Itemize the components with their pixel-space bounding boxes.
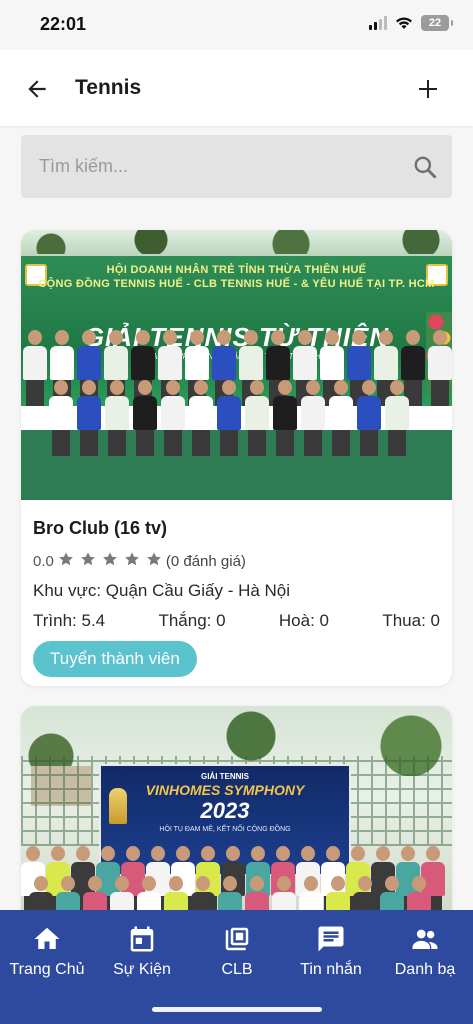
club-losses: Thua: 0	[382, 611, 440, 630]
wifi-icon	[396, 17, 412, 29]
app-header: Tennis	[0, 50, 473, 126]
photo-person	[245, 380, 269, 456]
club-photo: GIẢI TENNIS VINHOMES SYMPHONY 2023 HỘI T…	[21, 706, 452, 926]
club-card[interactable]: GIẢI TENNIS VINHOMES SYMPHONY 2023 HỘI T…	[21, 706, 452, 926]
status-time: 22:01	[40, 14, 87, 34]
star-icon	[124, 552, 139, 566]
rating-row: 0.0 (0 đánh giá)	[33, 551, 440, 571]
photo-person	[357, 380, 381, 456]
banner-heading: VINHOMES SYMPHONY	[145, 782, 305, 798]
photo-person	[49, 380, 73, 456]
club-stats: Trình: 5.4 Thắng: 0 Hoà: 0 Thua: 0	[33, 611, 440, 631]
photo-person	[273, 380, 297, 456]
banner-year: 2023	[200, 798, 250, 823]
club-info: Bro Club (16 tv) 0.0 (0 đánh giá) Khu vự…	[33, 518, 440, 677]
photo-person	[217, 380, 241, 456]
home-icon	[34, 927, 60, 949]
photo-person	[385, 380, 409, 456]
banner-line: HỘI DOANH NHÂN TRẺ TỈNH THỪA THIÊN HUẾ	[106, 264, 367, 276]
battery-icon: 22	[421, 15, 453, 31]
club-area: Khu vực: Quận Cầu Giấy - Hà Nội	[33, 581, 291, 600]
club-card[interactable]: HỘI DOANH NHÂN TRẺ TỈNH THỪA THIÊN HUẾ C…	[21, 230, 452, 686]
nav-item-contacts[interactable]: Danh bạ	[378, 924, 472, 979]
photo-person	[301, 380, 325, 456]
calendar-icon	[130, 926, 154, 952]
nav-item-events[interactable]: Sự Kiện	[95, 924, 189, 979]
nav-label: Sự Kiện	[113, 961, 171, 978]
nav-item-club[interactable]: CLB	[190, 924, 284, 979]
photo-person	[189, 380, 213, 456]
photo-person	[428, 330, 452, 406]
arrow-left-icon	[28, 80, 46, 98]
nav-label: CLB	[221, 961, 253, 978]
nav-label: Danh bạ	[394, 961, 456, 978]
status-bar: 22:01 22	[0, 0, 473, 50]
recruit-button[interactable]: Tuyển thành viên	[33, 641, 197, 677]
star-rating	[58, 551, 168, 571]
group-photo-people	[21, 326, 452, 476]
photo-person	[133, 380, 157, 456]
star-icon	[102, 552, 117, 566]
search-input[interactable]	[39, 135, 399, 198]
club-wins: Thắng: 0	[158, 611, 226, 630]
nav-item-messages[interactable]: Tin nhắn	[284, 924, 378, 979]
club-icon	[225, 927, 249, 951]
star-icon	[58, 552, 73, 566]
club-photo: HỘI DOANH NHÂN TRẺ TỈNH THỪA THIÊN HUẾ C…	[21, 230, 452, 500]
signal-icon	[369, 16, 387, 30]
banner-line: GIẢI TENNIS	[200, 772, 249, 781]
rating-value: 0.0	[33, 552, 54, 570]
banner-subheading: HỘI TỤ ĐAM MÊ, KẾT NỐI CỘNG ĐỒNG	[159, 826, 291, 833]
status-icons: 22	[369, 15, 453, 31]
nav-label: Trang Chủ	[9, 961, 85, 978]
contacts-icon	[412, 929, 438, 949]
photo-person	[329, 380, 353, 456]
search-box	[21, 135, 452, 198]
back-button[interactable]	[20, 72, 54, 106]
plus-icon	[419, 80, 437, 98]
add-button[interactable]	[411, 72, 445, 106]
star-icon	[146, 552, 161, 566]
search-icon[interactable]	[412, 154, 438, 180]
home-indicator	[152, 1007, 322, 1012]
star-icon	[80, 552, 95, 566]
club-draws: Hoà: 0	[278, 611, 329, 630]
banner-line: CỘNG ĐỒNG TENNIS HUẾ - CLB TENNIS HUẾ - …	[38, 278, 435, 290]
photo-person	[77, 380, 101, 456]
page-title: Tennis	[75, 76, 142, 99]
club-level: Trình: 5.4	[33, 611, 106, 630]
club-name[interactable]: Bro Club (16 tv)	[33, 518, 440, 539]
nav-item-home[interactable]: Trang Chủ	[0, 924, 94, 979]
photo-person	[23, 330, 47, 406]
photo-person	[161, 380, 185, 456]
chat-icon	[318, 926, 344, 952]
rating-count: (0 đánh giá)	[165, 552, 246, 570]
photo-person	[105, 380, 129, 456]
nav-label: Tin nhắn	[300, 961, 362, 978]
